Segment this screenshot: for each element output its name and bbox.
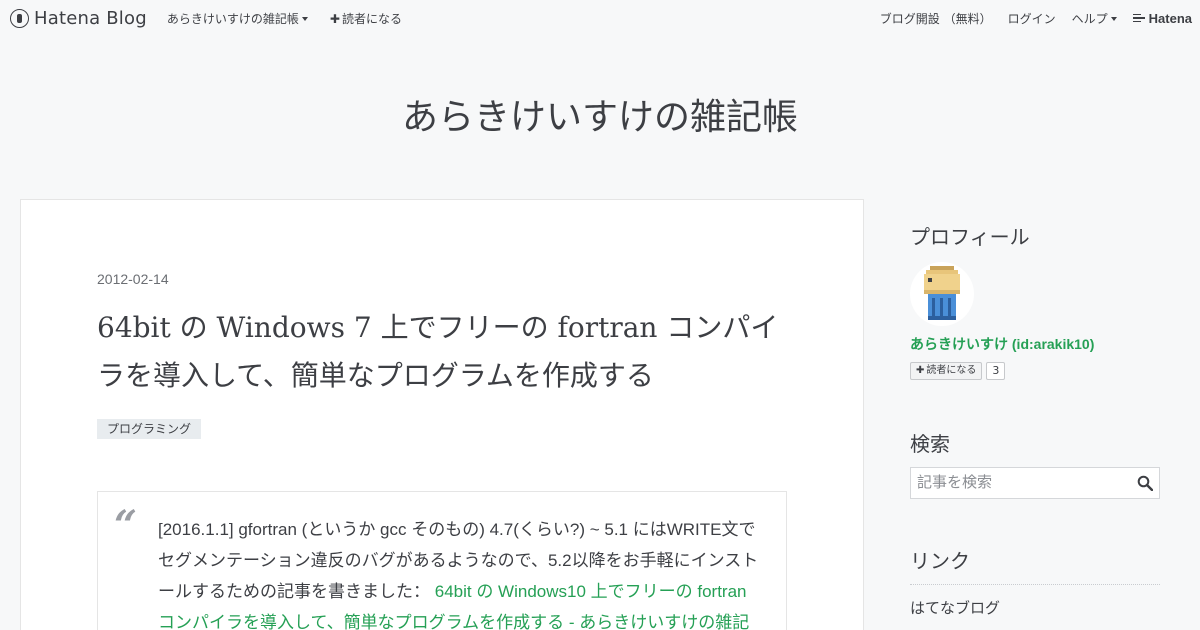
links-heading: リンク [910, 551, 970, 573]
search-icon[interactable] [1137, 475, 1153, 491]
blog-menu-label: あらきけいすけの雑記帳 [166, 11, 299, 26]
hatena-logo[interactable]: Hatena [1132, 10, 1192, 26]
search-heading: 検索 [910, 434, 950, 456]
avatar[interactable] [910, 262, 974, 326]
profile-name-link[interactable]: あらきけいすけ (id:arakik10) [910, 334, 1094, 354]
search-input[interactable]: 記事を検索 [910, 467, 1160, 499]
global-header: Hatena Blog あらきけいすけの雑記帳 ✚ 読者になる ブログ開設 （無料… [0, 0, 1200, 36]
subscribe-widget: ✚ 読者になる 3 [910, 362, 1006, 380]
help-label: ヘルプ [1071, 11, 1108, 26]
blockquote: “ [2016.1.1] gfortran (というか gcc そのもの) 4.… [97, 491, 787, 630]
login-link[interactable]: ログイン [1008, 10, 1056, 27]
blog-menu-dropdown[interactable]: あらきけいすけの雑記帳 [167, 10, 308, 27]
pixel-avatar-icon [924, 266, 960, 320]
entry-date[interactable]: 2012-02-14 [97, 271, 169, 287]
plus-icon: ✚ [329, 11, 340, 26]
plus-icon: ✚ [916, 365, 925, 376]
subscribe-button-label: 読者になる [926, 365, 977, 376]
hatena-blog-logo[interactable]: Hatena Blog [10, 8, 147, 29]
hatena-lines-icon [1132, 13, 1145, 23]
hatena-logo-text: Hatena [1148, 10, 1192, 26]
subscriber-count: 3 [986, 362, 1006, 380]
quote-mark-icon: “ [114, 502, 138, 549]
search-placeholder: 記事を検索 [917, 474, 993, 491]
subscribe-link-label: 読者になる [341, 11, 402, 26]
link-hatena-blog[interactable]: はてなブログ [910, 597, 1000, 618]
quote-text: [2016.1.1] gfortran (というか gcc そのもの) 4.7(… [158, 514, 768, 630]
category-tag[interactable]: プログラミング [97, 419, 202, 439]
caret-down-icon [1110, 17, 1117, 21]
subscribe-button[interactable]: ✚ 読者になる [910, 362, 983, 380]
link-divider [910, 584, 1160, 585]
brand-text: Hatena Blog [34, 7, 147, 29]
open-blog-link[interactable]: ブログ開設 （無料） [880, 10, 992, 27]
entry-card: 2012-02-14 64bit の Windows 7 上でフリーの fort… [20, 199, 864, 630]
caret-down-icon [301, 17, 308, 21]
hatena-blog-logo-icon [10, 8, 29, 28]
entry-title[interactable]: 64bit の Windows 7 上でフリーの fortran コンパイラを導… [97, 304, 797, 400]
profile-heading: プロフィール [910, 227, 1030, 249]
subscribe-link[interactable]: ✚ 読者になる [330, 10, 402, 27]
blog-title[interactable]: あらきけいすけの雑記帳 [0, 88, 1200, 140]
help-dropdown[interactable]: ヘルプ [1072, 10, 1117, 27]
